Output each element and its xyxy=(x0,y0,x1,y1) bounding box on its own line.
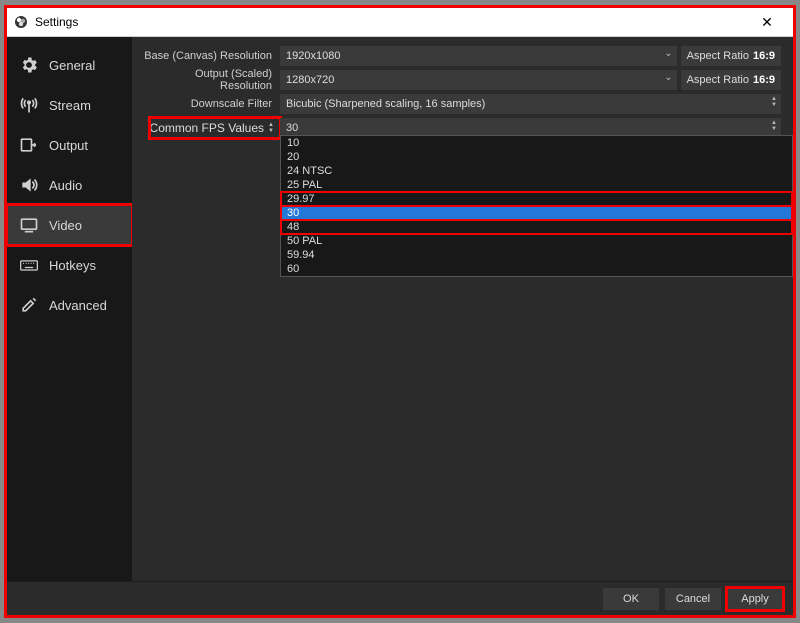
fps-option[interactable]: 59.94 xyxy=(281,248,792,262)
gear-icon xyxy=(19,55,39,75)
fps-option[interactable]: 20 xyxy=(281,150,792,164)
titlebar: Settings ✕ xyxy=(7,8,793,36)
combo-downscale-filter[interactable]: Bicubic (Sharpened scaling, 16 samples) … xyxy=(280,94,781,114)
chevron-down-icon: ⌄ xyxy=(664,48,672,59)
label-downscale-filter: Downscale Filter xyxy=(140,98,280,110)
fps-option[interactable]: 29.97 xyxy=(281,192,792,206)
sidebar-item-general[interactable]: General xyxy=(7,45,132,85)
combo-value: 30 xyxy=(286,122,298,134)
label-fps: Common FPS Values xyxy=(150,121,265,135)
fps-option[interactable]: 60 xyxy=(281,262,792,276)
aspect-value: 16:9 xyxy=(753,74,775,86)
sidebar-item-stream[interactable]: Stream xyxy=(7,85,132,125)
sidebar-item-video[interactable]: Video xyxy=(7,205,132,245)
app-icon xyxy=(13,14,29,30)
fps-option[interactable]: 10 xyxy=(281,136,792,150)
fps-option[interactable]: 24 NTSC xyxy=(281,164,792,178)
fps-option-selected[interactable]: 30 xyxy=(281,206,792,220)
sidebar-item-label: Advanced xyxy=(49,298,107,313)
settings-window: Settings ✕ General Stream Output xyxy=(4,5,796,618)
sidebar-item-output[interactable]: Output xyxy=(7,125,132,165)
aspect-ratio-base: Aspect Ratio 16:9 xyxy=(681,46,781,66)
aspect-label: Aspect Ratio xyxy=(687,50,749,62)
window-title: Settings xyxy=(35,15,78,29)
chevron-down-icon: ⌄ xyxy=(664,72,672,83)
combo-value: 1920x1080 xyxy=(286,50,340,62)
keyboard-icon xyxy=(19,255,39,275)
tools-icon xyxy=(19,295,39,315)
footer: OK Cancel Apply xyxy=(7,581,793,615)
antenna-icon xyxy=(19,95,39,115)
fps-option[interactable]: 25 PAL xyxy=(281,178,792,192)
client-area: General Stream Output Audio Video xyxy=(7,36,793,615)
monitor-icon xyxy=(19,215,39,235)
combo-value: Bicubic (Sharpened scaling, 16 samples) xyxy=(286,98,485,110)
output-icon xyxy=(19,135,39,155)
aspect-label: Aspect Ratio xyxy=(687,74,749,86)
spinner-icon: ▲▼ xyxy=(268,122,274,134)
sidebar: General Stream Output Audio Video xyxy=(7,37,132,581)
combo-output-resolution[interactable]: 1280x720 ⌄ xyxy=(280,70,677,90)
aspect-ratio-output: Aspect Ratio 16:9 xyxy=(681,70,781,90)
label-base-resolution: Base (Canvas) Resolution xyxy=(140,50,280,62)
settings-panel: Base (Canvas) Resolution 1920x1080 ⌄ Asp… xyxy=(132,37,793,581)
fps-option[interactable]: 48 xyxy=(281,220,792,234)
spinner-icon: ▲▼ xyxy=(771,120,777,132)
spinner-icon: ▲▼ xyxy=(771,96,777,108)
sidebar-item-label: General xyxy=(49,58,95,73)
sidebar-item-label: Audio xyxy=(49,178,82,193)
sidebar-item-advanced[interactable]: Advanced xyxy=(7,285,132,325)
speaker-icon xyxy=(19,175,39,195)
row-downscale-filter: Downscale Filter Bicubic (Sharpened scal… xyxy=(140,93,781,115)
close-icon[interactable]: ✕ xyxy=(747,14,787,31)
sidebar-item-audio[interactable]: Audio xyxy=(7,165,132,205)
sidebar-item-hotkeys[interactable]: Hotkeys xyxy=(7,245,132,285)
sidebar-item-label: Output xyxy=(49,138,88,153)
combo-base-resolution[interactable]: 1920x1080 ⌄ xyxy=(280,46,677,66)
sidebar-item-label: Video xyxy=(49,218,82,233)
aspect-value: 16:9 xyxy=(753,50,775,62)
apply-button[interactable]: Apply xyxy=(727,588,783,610)
row-base-resolution: Base (Canvas) Resolution 1920x1080 ⌄ Asp… xyxy=(140,45,781,67)
sidebar-item-label: Stream xyxy=(49,98,91,113)
label-output-resolution: Output (Scaled) Resolution xyxy=(140,68,280,92)
fps-dropdown[interactable]: 10 20 24 NTSC 25 PAL 29.97 30 48 50 PAL … xyxy=(280,135,793,277)
ok-button[interactable]: OK xyxy=(603,588,659,610)
fps-type-selector[interactable]: Common FPS Values ▲▼ xyxy=(150,118,280,138)
sidebar-item-label: Hotkeys xyxy=(49,258,96,273)
row-output-resolution: Output (Scaled) Resolution 1280x720 ⌄ As… xyxy=(140,69,781,91)
cancel-button[interactable]: Cancel xyxy=(665,588,721,610)
fps-option[interactable]: 50 PAL xyxy=(281,234,792,248)
combo-value: 1280x720 xyxy=(286,74,334,86)
